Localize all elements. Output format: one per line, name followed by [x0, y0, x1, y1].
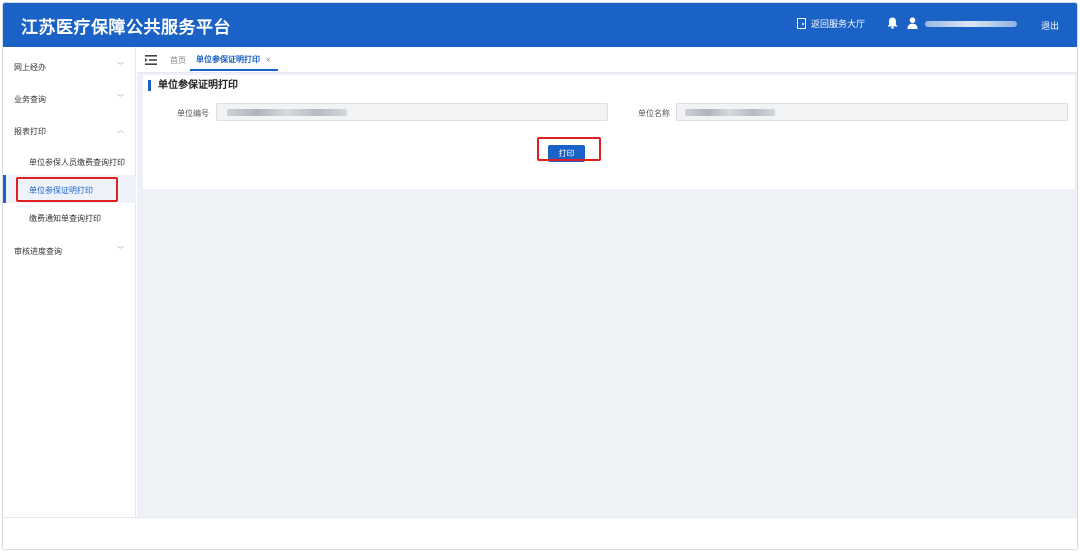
tab-bar: 首页 单位参保证明打印 ×	[137, 47, 1077, 73]
close-icon[interactable]: ×	[265, 55, 272, 64]
footer	[3, 517, 1077, 549]
sidebar-item-label: 审核进度查询	[14, 247, 62, 256]
sidebar-item-label: 报表打印	[14, 127, 46, 136]
return-service-hall-link[interactable]: 返回服务大厅	[797, 17, 865, 30]
username-redacted	[925, 21, 1017, 27]
menu-toggle-icon[interactable]	[145, 55, 157, 65]
app-window: 江苏医疗保障公共服务平台 返回服务大厅 退出 网上经办 ﹀ 业务查询 ﹀ 报表打…	[2, 2, 1078, 550]
unit-name-label: 单位名称	[638, 109, 670, 118]
logout-button[interactable]: 退出	[1041, 19, 1059, 32]
highlight-box-sidebar	[16, 177, 118, 202]
sidebar-item-report-print[interactable]: 报表打印 ︿	[3, 115, 136, 145]
panel-title: 单位参保证明打印	[148, 80, 238, 91]
highlight-box-print	[537, 137, 601, 161]
sidebar-item-review-progress[interactable]: 审核进度查询 ﹀	[3, 235, 136, 265]
form-panel	[143, 75, 1075, 189]
sidebar-item-online-handling[interactable]: 网上经办 ﹀	[3, 51, 136, 81]
chevron-down-icon: ﹀	[117, 94, 124, 102]
sidebar-item-business-query[interactable]: 业务查询 ﹀	[3, 83, 136, 113]
unit-code-label: 单位编号	[177, 109, 209, 118]
user-icon[interactable]	[907, 17, 918, 29]
sidebar-item-label: 业务查询	[14, 95, 46, 104]
sidebar-subitem-label: 缴费通知单查询打印	[29, 214, 101, 223]
sidebar-subitem-label: 单位参保人员缴费查询打印	[29, 158, 125, 167]
sidebar-subitem-payment-query-print[interactable]: 单位参保人员缴费查询打印	[3, 147, 136, 175]
tab-home[interactable]: 首页	[170, 55, 186, 66]
sidebar-subitem-payment-notice-print[interactable]: 缴费通知单查询打印	[3, 203, 136, 231]
unit-name-redacted	[685, 109, 775, 116]
bell-icon[interactable]	[887, 17, 898, 29]
sidebar-item-label: 网上经办	[14, 63, 46, 72]
chevron-down-icon: ﹀	[117, 62, 124, 70]
tab-label: 单位参保证明打印	[196, 54, 260, 64]
sidebar: 网上经办 ﹀ 业务查询 ﹀ 报表打印 ︿ 单位参保人员缴费查询打印 单位参保证明…	[3, 47, 136, 517]
tab-insurance-certificate-print[interactable]: 单位参保证明打印 ×	[190, 49, 278, 71]
chevron-up-icon: ︿	[117, 126, 124, 134]
app-title: 江苏医疗保障公共服务平台	[21, 18, 231, 38]
exit-door-icon	[797, 18, 806, 29]
chevron-down-icon: ﹀	[117, 246, 124, 254]
unit-code-redacted	[227, 109, 347, 116]
return-service-hall-label: 返回服务大厅	[811, 20, 866, 30]
unit-name-field[interactable]	[676, 103, 1068, 121]
unit-code-field[interactable]	[216, 103, 608, 121]
top-header: 江苏医疗保障公共服务平台 返回服务大厅 退出	[3, 3, 1077, 47]
